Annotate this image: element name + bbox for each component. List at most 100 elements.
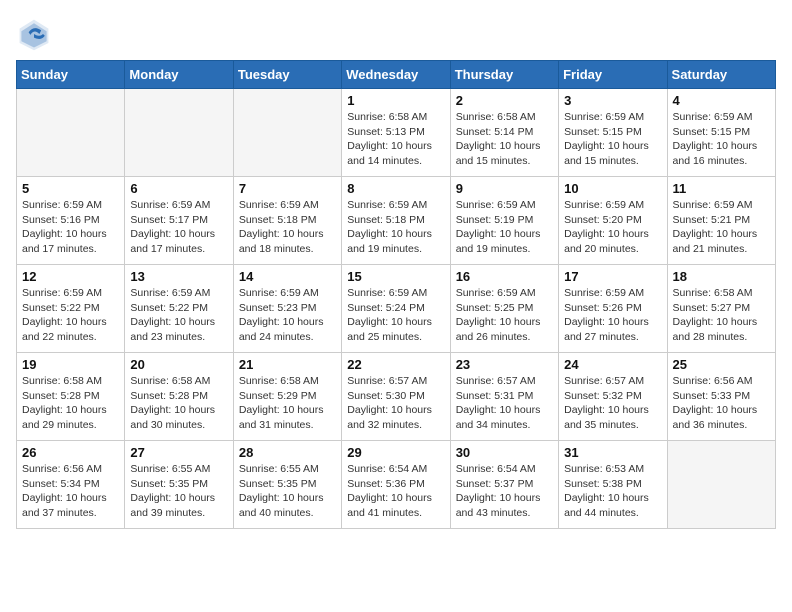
day-info: Sunrise: 6:54 AMSunset: 5:37 PMDaylight:… (456, 462, 553, 521)
day-info: Sunrise: 6:59 AMSunset: 5:19 PMDaylight:… (456, 198, 553, 257)
day-info: Sunrise: 6:58 AMSunset: 5:13 PMDaylight:… (347, 110, 444, 169)
day-info: Sunrise: 6:59 AMSunset: 5:18 PMDaylight:… (239, 198, 336, 257)
calendar-cell: 19Sunrise: 6:58 AMSunset: 5:28 PMDayligh… (17, 353, 125, 441)
weekday-header-thursday: Thursday (450, 61, 558, 89)
calendar-cell: 20 Sunrise: 6:58 AMSunset: 5:28 PMDayligh… (125, 353, 233, 441)
calendar-cell: 29 Sunrise: 6:54 AMSunset: 5:36 PMDayligh… (342, 441, 450, 529)
day-number: 15 (347, 269, 444, 284)
day-number: 8 (347, 181, 444, 196)
calendar-cell: 28 Sunrise: 6:55 AMSunset: 5:35 PMDayligh… (233, 441, 341, 529)
day-info: Sunrise: 6:59 AMSunset: 5:15 PMDaylight:… (564, 110, 661, 169)
calendar-week-1: 1 Sunrise: 6:58 AMSunset: 5:13 PMDaylight… (17, 89, 776, 177)
day-info: Sunrise: 6:56 AMSunset: 5:34 PMDaylight:… (22, 462, 119, 521)
day-info: Sunrise: 6:54 AMSunset: 5:36 PMDaylight:… (347, 462, 444, 521)
calendar-cell (17, 89, 125, 177)
day-number: 31 (564, 445, 661, 460)
day-number: 25 (673, 357, 770, 372)
calendar-cell: 27 Sunrise: 6:55 AMSunset: 5:35 PMDayligh… (125, 441, 233, 529)
day-number: 16 (456, 269, 553, 284)
weekday-header-row: SundayMondayTuesdayWednesdayThursdayFrid… (17, 61, 776, 89)
day-info: Sunrise: 6:59 AMSunset: 5:17 PMDaylight:… (130, 198, 227, 257)
day-info: Sunrise: 6:56 AMSunset: 5:33 PMDaylight:… (673, 374, 770, 433)
calendar-cell: 26Sunrise: 6:56 AMSunset: 5:34 PMDayligh… (17, 441, 125, 529)
day-number: 5 (22, 181, 119, 196)
day-number: 2 (456, 93, 553, 108)
calendar-cell: 14Sunrise: 6:59 AMSunset: 5:23 PMDayligh… (233, 265, 341, 353)
page-header (16, 16, 776, 52)
weekday-header-wednesday: Wednesday (342, 61, 450, 89)
calendar-cell: 7 Sunrise: 6:59 AMSunset: 5:18 PMDaylight… (233, 177, 341, 265)
calendar-week-5: 26Sunrise: 6:56 AMSunset: 5:34 PMDayligh… (17, 441, 776, 529)
calendar-cell: 6Sunrise: 6:59 AMSunset: 5:17 PMDaylight… (125, 177, 233, 265)
day-info: Sunrise: 6:57 AMSunset: 5:31 PMDaylight:… (456, 374, 553, 433)
day-number: 11 (673, 181, 770, 196)
calendar-cell: 10 Sunrise: 6:59 AMSunset: 5:20 PMDayligh… (559, 177, 667, 265)
calendar-cell: 8 Sunrise: 6:59 AMSunset: 5:18 PMDaylight… (342, 177, 450, 265)
calendar-cell: 1 Sunrise: 6:58 AMSunset: 5:13 PMDaylight… (342, 89, 450, 177)
day-number: 1 (347, 93, 444, 108)
day-info: Sunrise: 6:58 AMSunset: 5:27 PMDaylight:… (673, 286, 770, 345)
day-info: Sunrise: 6:59 AMSunset: 5:15 PMDaylight:… (673, 110, 770, 169)
calendar-cell: 22 Sunrise: 6:57 AMSunset: 5:30 PMDayligh… (342, 353, 450, 441)
day-info: Sunrise: 6:59 AMSunset: 5:22 PMDaylight:… (130, 286, 227, 345)
day-number: 24 (564, 357, 661, 372)
day-number: 3 (564, 93, 661, 108)
calendar-cell (667, 441, 775, 529)
day-info: Sunrise: 6:59 AMSunset: 5:25 PMDaylight:… (456, 286, 553, 345)
day-number: 28 (239, 445, 336, 460)
day-number: 7 (239, 181, 336, 196)
day-number: 9 (456, 181, 553, 196)
day-number: 23 (456, 357, 553, 372)
day-info: Sunrise: 6:59 AMSunset: 5:16 PMDaylight:… (22, 198, 119, 257)
calendar-cell: 23 Sunrise: 6:57 AMSunset: 5:31 PMDayligh… (450, 353, 558, 441)
calendar-week-3: 12 Sunrise: 6:59 AMSunset: 5:22 PMDayligh… (17, 265, 776, 353)
calendar-cell: 25 Sunrise: 6:56 AMSunset: 5:33 PMDayligh… (667, 353, 775, 441)
calendar-cell: 9 Sunrise: 6:59 AMSunset: 5:19 PMDaylight… (450, 177, 558, 265)
day-number: 30 (456, 445, 553, 460)
calendar-cell: 18 Sunrise: 6:58 AMSunset: 5:27 PMDayligh… (667, 265, 775, 353)
day-number: 21 (239, 357, 336, 372)
day-number: 22 (347, 357, 444, 372)
day-info: Sunrise: 6:57 AMSunset: 5:32 PMDaylight:… (564, 374, 661, 433)
calendar-cell: 11 Sunrise: 6:59 AMSunset: 5:21 PMDayligh… (667, 177, 775, 265)
weekday-header-friday: Friday (559, 61, 667, 89)
calendar-week-2: 5 Sunrise: 6:59 AMSunset: 5:16 PMDaylight… (17, 177, 776, 265)
calendar-week-4: 19Sunrise: 6:58 AMSunset: 5:28 PMDayligh… (17, 353, 776, 441)
calendar-cell: 4 Sunrise: 6:59 AMSunset: 5:15 PMDaylight… (667, 89, 775, 177)
day-info: Sunrise: 6:59 AMSunset: 5:18 PMDaylight:… (347, 198, 444, 257)
calendar-table: SundayMondayTuesdayWednesdayThursdayFrid… (16, 60, 776, 529)
day-info: Sunrise: 6:58 AMSunset: 5:29 PMDaylight:… (239, 374, 336, 433)
day-info: Sunrise: 6:58 AMSunset: 5:28 PMDaylight:… (22, 374, 119, 433)
logo-icon (16, 16, 52, 52)
day-number: 18 (673, 269, 770, 284)
day-info: Sunrise: 6:53 AMSunset: 5:38 PMDaylight:… (564, 462, 661, 521)
calendar-cell: 24 Sunrise: 6:57 AMSunset: 5:32 PMDayligh… (559, 353, 667, 441)
calendar-cell: 30 Sunrise: 6:54 AMSunset: 5:37 PMDayligh… (450, 441, 558, 529)
day-number: 4 (673, 93, 770, 108)
day-number: 27 (130, 445, 227, 460)
day-info: Sunrise: 6:58 AMSunset: 5:28 PMDaylight:… (130, 374, 227, 433)
weekday-header-tuesday: Tuesday (233, 61, 341, 89)
day-info: Sunrise: 6:55 AMSunset: 5:35 PMDaylight:… (239, 462, 336, 521)
day-number: 29 (347, 445, 444, 460)
calendar-cell (125, 89, 233, 177)
day-info: Sunrise: 6:59 AMSunset: 5:21 PMDaylight:… (673, 198, 770, 257)
weekday-header-saturday: Saturday (667, 61, 775, 89)
day-info: Sunrise: 6:59 AMSunset: 5:20 PMDaylight:… (564, 198, 661, 257)
day-number: 12 (22, 269, 119, 284)
weekday-header-sunday: Sunday (17, 61, 125, 89)
day-info: Sunrise: 6:55 AMSunset: 5:35 PMDaylight:… (130, 462, 227, 521)
calendar-cell: 2 Sunrise: 6:58 AMSunset: 5:14 PMDaylight… (450, 89, 558, 177)
day-info: Sunrise: 6:58 AMSunset: 5:14 PMDaylight:… (456, 110, 553, 169)
day-info: Sunrise: 6:57 AMSunset: 5:30 PMDaylight:… (347, 374, 444, 433)
calendar-cell: 3 Sunrise: 6:59 AMSunset: 5:15 PMDaylight… (559, 89, 667, 177)
logo (16, 16, 58, 52)
day-number: 10 (564, 181, 661, 196)
day-number: 20 (130, 357, 227, 372)
day-number: 17 (564, 269, 661, 284)
day-number: 14 (239, 269, 336, 284)
day-info: Sunrise: 6:59 AMSunset: 5:24 PMDaylight:… (347, 286, 444, 345)
day-info: Sunrise: 6:59 AMSunset: 5:22 PMDaylight:… (22, 286, 119, 345)
calendar-cell: 31 Sunrise: 6:53 AMSunset: 5:38 PMDayligh… (559, 441, 667, 529)
calendar-cell: 17Sunrise: 6:59 AMSunset: 5:26 PMDayligh… (559, 265, 667, 353)
